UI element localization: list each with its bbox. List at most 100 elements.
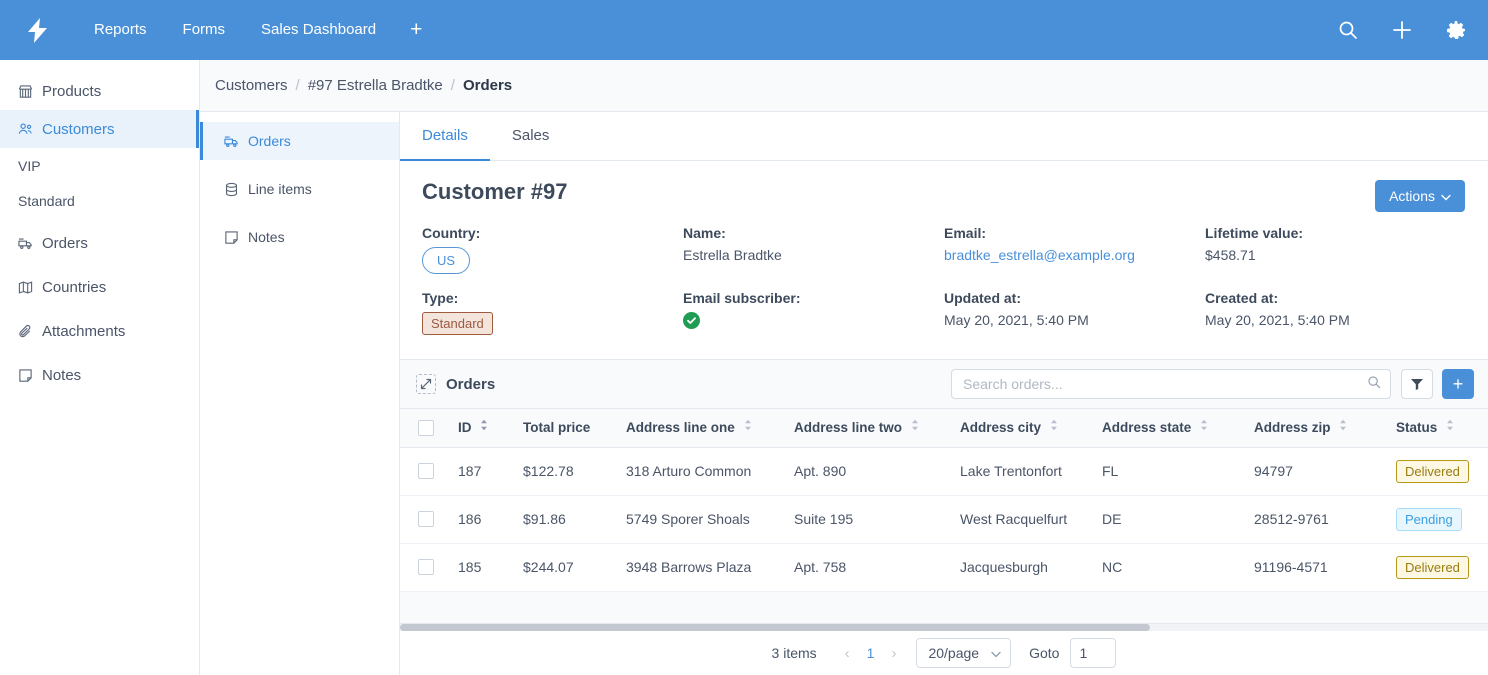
row-checkbox[interactable] [418,559,434,575]
breadcrumb-root[interactable]: Customers [215,77,288,94]
search-icon[interactable] [1367,375,1381,394]
column-header-id[interactable]: ID [448,409,513,447]
horizontal-scrollbar[interactable] [400,624,1488,631]
topnav-item-forms[interactable]: Forms [165,0,244,60]
gear-icon[interactable] [1446,20,1466,40]
subnav-item-line-items[interactable]: Line items [200,170,399,208]
orders-table: ID Total price Address line one [400,409,1488,592]
sort-icon[interactable] [744,419,752,434]
row-checkbox[interactable] [418,463,434,479]
sidebar-subitem-standard[interactable]: Standard [0,183,199,218]
select-all-header [400,409,448,447]
column-header-status[interactable]: Status [1386,409,1488,447]
field-label: Email subscriber: [683,290,944,306]
sidebar-item-countries[interactable]: Countries [0,268,199,306]
status-badge: Delivered [1396,556,1469,579]
subnav-item-notes[interactable]: Notes [200,218,399,256]
scrollbar-thumb[interactable] [400,624,1150,631]
row-checkbox[interactable] [418,511,434,527]
country-pill: US [422,247,470,274]
sidebar-item-orders[interactable]: Orders [0,224,199,262]
plus-icon[interactable] [1392,20,1412,40]
table-row[interactable]: 185 $244.07 3948 Barrows Plaza Apt. 758 … [400,543,1488,591]
column-label: Status [1396,420,1437,435]
field-email: Email: bradtke_estrella@example.org [944,225,1205,274]
cell-status: Pending [1386,495,1488,543]
search-icon[interactable] [1338,20,1358,40]
tab-sales[interactable]: Sales [490,112,572,161]
add-tab-button[interactable]: + [394,0,438,60]
column-header-address-state[interactable]: Address state [1092,409,1244,447]
row-select-cell [400,543,448,591]
sidebar-item-label: Notes [42,368,81,383]
store-icon [18,84,33,99]
lightning-bolt-icon[interactable] [20,18,54,43]
cell-address-line-two: Apt. 890 [784,447,950,495]
actions-button[interactable]: Actions [1375,180,1465,212]
topnav-item-sales-dashboard[interactable]: Sales Dashboard [243,0,394,60]
field-created-at: Created at: May 20, 2021, 5:40 PM [1205,290,1466,335]
cell-total-price: $122.78 [513,447,616,495]
sort-icon[interactable] [1050,419,1058,434]
expand-diagonal-icon[interactable] [416,374,436,394]
email-link[interactable]: bradtke_estrella@example.org [944,247,1135,263]
column-header-address-zip[interactable]: Address zip [1244,409,1386,447]
sidebar-item-products[interactable]: Products [0,72,199,110]
field-label: Created at: [1205,290,1466,306]
field-value: May 20, 2021, 5:40 PM [944,312,1205,328]
search-orders-box[interactable] [951,369,1391,399]
column-header-total-price[interactable]: Total price [513,409,616,447]
table-row[interactable]: 186 $91.86 5749 Sporer Shoals Suite 195 … [400,495,1488,543]
cell-total-price: $244.07 [513,543,616,591]
column-label: Address city [960,420,1041,435]
breadcrumb-parent[interactable]: #97 Estrella Bradtke [308,77,443,94]
sidebar-item-notes[interactable]: Notes [0,356,199,394]
cell-status: Delivered [1386,543,1488,591]
sort-icon[interactable] [1446,419,1454,434]
cell-address-line-two: Apt. 758 [784,543,950,591]
map-icon [18,280,33,295]
field-type: Type: Standard [422,290,683,335]
search-input[interactable] [963,376,1367,392]
column-header-address-line-two[interactable]: Address line two [784,409,950,447]
topnav-item-reports[interactable]: Reports [76,0,165,60]
cell-address-line-two: Suite 195 [784,495,950,543]
sort-icon[interactable] [1200,419,1208,434]
column-header-address-city[interactable]: Address city [950,409,1092,447]
sidebar-subitem-vip[interactable]: VIP [0,148,199,183]
note-icon [18,368,33,383]
sort-icon[interactable] [1339,419,1347,434]
sort-icon[interactable] [480,419,488,434]
column-header-address-line-one[interactable]: Address line one [616,409,784,447]
subnav-gap [200,208,399,218]
subnav-item-orders[interactable]: Orders [200,122,399,160]
goto-page-input[interactable] [1070,638,1116,668]
funnel-icon[interactable] [1401,369,1433,399]
chevron-right-icon[interactable]: › [883,645,904,662]
column-label: Address line one [626,420,735,435]
tab-details[interactable]: Details [400,112,490,161]
page-size-select[interactable]: 20/page [916,638,1011,668]
sort-icon[interactable] [911,419,919,434]
table-row[interactable]: 187 $122.78 318 Arturo Common Apt. 890 L… [400,447,1488,495]
cell-id: 186 [448,495,513,543]
truck-icon [224,134,239,149]
right-pane: Customers / #97 Estrella Bradtke / Order… [200,60,1488,675]
add-order-button[interactable]: + [1442,369,1474,399]
cell-id: 187 [448,447,513,495]
top-navigation-bar: Reports Forms Sales Dashboard + [0,0,1488,60]
select-all-checkbox[interactable] [418,420,434,436]
orders-card: Orders + [400,359,1488,675]
chevron-left-icon[interactable]: ‹ [837,645,858,662]
orders-table-scroll: ID Total price Address line one [400,409,1488,631]
sidebar-item-attachments[interactable]: Attachments [0,312,199,350]
column-label: Address zip [1254,420,1331,435]
cell-status: Delivered [1386,447,1488,495]
cell-address-city: Lake Trentonfort [950,447,1092,495]
page-number-1[interactable]: 1 [858,645,884,661]
breadcrumb-separator: / [451,77,455,94]
row-select-cell [400,495,448,543]
sidebar-item-customers[interactable]: Customers [0,110,199,148]
subnav-gap [200,160,399,170]
orders-panel-title: Orders [446,376,495,393]
